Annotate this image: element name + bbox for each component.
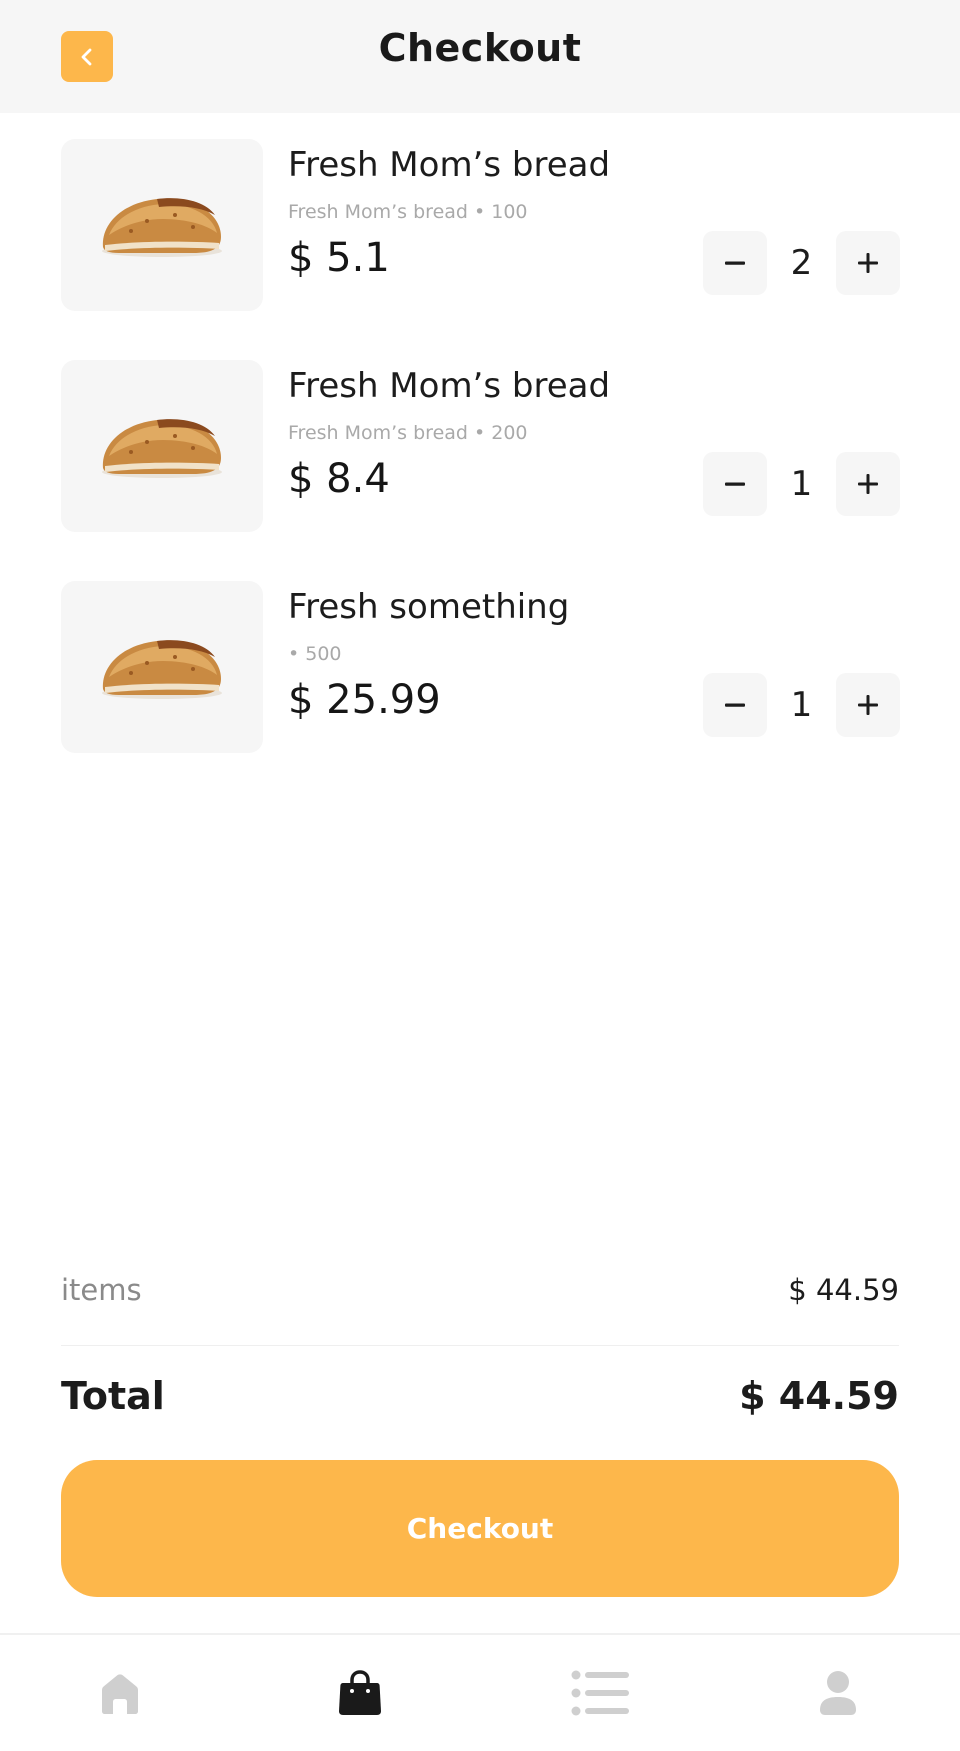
items-label: items — [61, 1273, 142, 1307]
product-price: $ 8.4 — [288, 456, 390, 502]
quantity-value: 1 — [790, 685, 813, 725]
minus-icon — [725, 261, 745, 265]
product-name: Fresh Mom’s bread — [288, 366, 611, 406]
cart-item: Fresh Mom’s bread Fresh Mom’s bread • 20… — [61, 360, 900, 532]
checkout-button[interactable]: Checkout — [61, 1460, 899, 1597]
home-icon — [102, 1674, 138, 1714]
plus-icon — [858, 253, 878, 273]
product-image — [61, 581, 263, 753]
page-title: Checkout — [378, 26, 582, 70]
product-subtitle: • 500 — [288, 643, 342, 665]
divider — [61, 1345, 899, 1346]
plus-icon — [858, 695, 878, 715]
shopping-bag-icon — [338, 1670, 382, 1715]
cart-item: Fresh something • 500 $ 25.99 1 — [61, 581, 900, 753]
quantity-value: 2 — [790, 243, 813, 283]
cart-item: Fresh Mom’s bread Fresh Mom’s bread • 10… — [61, 139, 900, 311]
bread-image — [102, 640, 222, 699]
product-image — [61, 360, 263, 532]
decrease-quantity-button[interactable] — [703, 231, 767, 295]
product-name: Fresh Mom’s bread — [288, 145, 611, 185]
tab-profile[interactable] — [808, 1665, 868, 1721]
product-price: $ 5.1 — [288, 235, 390, 281]
product-image — [61, 139, 263, 311]
list-icon — [571, 1670, 629, 1716]
decrease-quantity-button[interactable] — [703, 452, 767, 516]
increase-quantity-button[interactable] — [836, 673, 900, 737]
total-amount: $ 44.59 — [739, 1374, 899, 1418]
tab-home[interactable] — [90, 1665, 150, 1721]
bread-image — [102, 198, 222, 257]
product-price: $ 25.99 — [288, 677, 441, 723]
increase-quantity-button[interactable] — [836, 452, 900, 516]
header: Checkout — [0, 0, 960, 113]
plus-icon — [858, 474, 878, 494]
product-subtitle: Fresh Mom’s bread • 200 — [288, 422, 528, 444]
quantity-value: 1 — [790, 464, 813, 504]
bread-image — [102, 419, 222, 478]
product-name: Fresh something — [288, 587, 570, 627]
increase-quantity-button[interactable] — [836, 231, 900, 295]
bottom-tab-bar — [0, 1633, 960, 1751]
minus-icon — [725, 703, 745, 707]
total-label: Total — [61, 1374, 165, 1418]
decrease-quantity-button[interactable] — [703, 673, 767, 737]
tab-orders[interactable] — [570, 1665, 632, 1721]
minus-icon — [725, 482, 745, 486]
tab-cart[interactable] — [330, 1665, 390, 1721]
product-subtitle: Fresh Mom’s bread • 100 — [288, 201, 528, 223]
items-subtotal: $ 44.59 — [788, 1273, 899, 1307]
profile-icon — [820, 1671, 856, 1715]
